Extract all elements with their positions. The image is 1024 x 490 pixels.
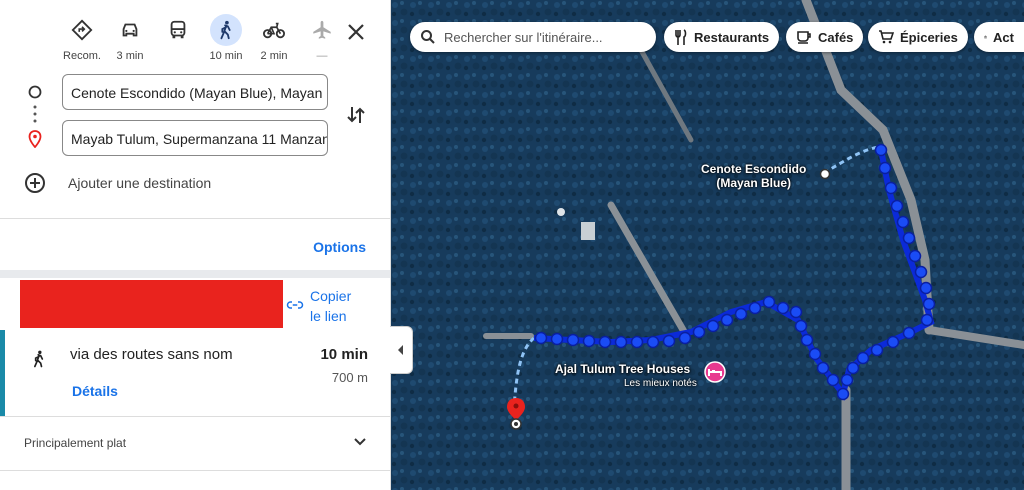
chip-cafes[interactable]: Cafés bbox=[786, 22, 864, 52]
link-icon bbox=[286, 301, 304, 309]
chevron-left-icon bbox=[398, 345, 403, 355]
mode-car[interactable]: 3 min bbox=[106, 14, 154, 62]
place-label-cenote[interactable]: Cenote Escondido (Mayan Blue) bbox=[701, 162, 806, 190]
place-label-line1: Cenote Escondido bbox=[701, 162, 807, 176]
place-dot[interactable] bbox=[819, 168, 831, 180]
swap-button[interactable] bbox=[346, 104, 366, 126]
coffee-icon bbox=[797, 31, 811, 44]
chip-cafes-label: Cafés bbox=[818, 29, 854, 45]
chip-restaurants-label: Restaurants bbox=[694, 29, 770, 45]
route-search-input[interactable]: Rechercher sur l'itinéraire... bbox=[410, 22, 656, 52]
route-distance: 700 m bbox=[331, 370, 368, 385]
place-label-ajal[interactable]: Ajal Tulum Tree Houses bbox=[555, 362, 690, 376]
redacted-block bbox=[20, 280, 283, 328]
hotel-marker-icon[interactable] bbox=[704, 361, 726, 383]
chip-activities[interactable]: Act bbox=[974, 22, 1024, 52]
close-icon bbox=[348, 24, 364, 40]
chip-restaurants[interactable]: Restaurants bbox=[664, 22, 780, 52]
chip-activities-label: Act bbox=[993, 29, 1014, 45]
search-icon bbox=[421, 30, 435, 44]
collapse-panel-button[interactable] bbox=[390, 326, 413, 374]
mode-bike-label: 2 min bbox=[260, 50, 288, 62]
expand-terrain-button[interactable] bbox=[352, 434, 368, 455]
destination-pin-icon bbox=[28, 130, 42, 148]
mode-walk[interactable]: 10 min bbox=[202, 14, 250, 62]
cart-icon bbox=[879, 30, 894, 44]
add-destination-label: Ajouter une destination bbox=[68, 175, 212, 191]
place-label-line2: (Mayan Blue) bbox=[716, 176, 792, 190]
walk-icon bbox=[220, 20, 231, 40]
route-time: 10 min bbox=[320, 346, 368, 363]
airplane-icon bbox=[313, 20, 331, 39]
mode-transit[interactable] bbox=[154, 14, 202, 62]
travel-mode-bar: Recom. 3 min 10 min 2 min — bbox=[58, 14, 346, 62]
fork-knife-icon bbox=[675, 29, 687, 45]
mode-flight-label: — bbox=[316, 50, 328, 62]
chevron-down-icon bbox=[354, 438, 366, 446]
chip-groceries[interactable]: Épiceries bbox=[868, 22, 968, 52]
search-placeholder: Rechercher sur l'itinéraire... bbox=[444, 29, 603, 45]
camera-icon bbox=[984, 35, 988, 39]
options-link[interactable]: Options bbox=[313, 239, 366, 255]
bus-icon bbox=[170, 20, 186, 39]
divider bbox=[0, 416, 390, 417]
mode-recommended-label: Recom. bbox=[63, 50, 101, 62]
copy-link-button[interactable]: Copier le lien bbox=[286, 286, 351, 326]
place-label-rating: Les mieux notés bbox=[624, 378, 697, 389]
directions-icon bbox=[71, 19, 93, 41]
walk-icon bbox=[34, 350, 44, 368]
mode-recommended[interactable]: Recom. bbox=[58, 14, 106, 62]
mode-car-label: 3 min bbox=[116, 50, 144, 62]
route-option[interactable]: via des routes sans nom 10 min 700 m Dét… bbox=[0, 330, 390, 416]
divider bbox=[0, 218, 390, 219]
details-link[interactable]: Détails bbox=[72, 383, 118, 399]
car-icon bbox=[122, 23, 138, 37]
section-separator bbox=[0, 270, 390, 278]
terrain-info: Principalement plat bbox=[24, 436, 127, 450]
mode-flight[interactable]: — bbox=[298, 14, 346, 62]
route-title: via des routes sans nom bbox=[70, 346, 233, 363]
copy-link-line2: le lien bbox=[310, 308, 347, 324]
copy-link-line1: Copier bbox=[310, 288, 352, 304]
chip-groceries-label: Épiceries bbox=[900, 29, 958, 45]
swap-icon bbox=[347, 107, 365, 123]
satellite-map bbox=[391, 0, 1024, 490]
origin-circle-icon bbox=[28, 85, 42, 99]
add-destination-button[interactable]: Ajouter une destination bbox=[24, 172, 211, 194]
close-button[interactable] bbox=[344, 20, 368, 44]
destination-input[interactable]: Mayab Tulum, Supermanzana 11 Manzana bbox=[62, 120, 328, 156]
directions-panel: Recom. 3 min 10 min 2 min — Cenote Escon… bbox=[0, 0, 391, 490]
map-canvas[interactable]: Cenote Escondido (Mayan Blue) Ajal Tulum… bbox=[391, 0, 1024, 490]
mode-bike[interactable]: 2 min bbox=[250, 14, 298, 62]
add-circle-icon bbox=[25, 173, 45, 193]
bike-icon bbox=[263, 22, 285, 39]
divider bbox=[0, 470, 390, 471]
origin-input[interactable]: Cenote Escondido (Mayan Blue), Mayan B bbox=[62, 74, 328, 110]
route-dots-icon bbox=[33, 105, 37, 123]
mode-walk-label: 10 min bbox=[209, 50, 243, 62]
